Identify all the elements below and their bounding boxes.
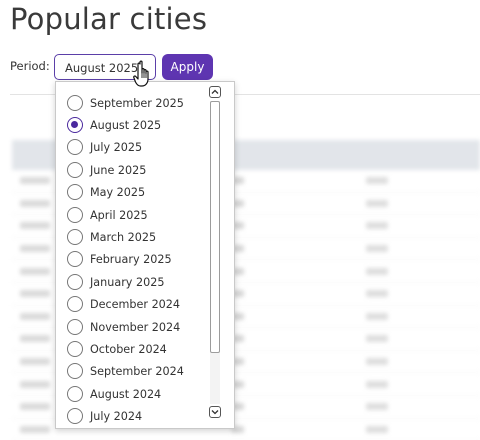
radio-icon[interactable] <box>67 341 83 357</box>
dropdown-option[interactable]: July 2024 <box>67 406 142 426</box>
dropdown-option[interactable]: August 2024 <box>67 384 161 404</box>
radio-icon[interactable] <box>67 274 83 290</box>
radio-checked-icon[interactable] <box>67 117 83 133</box>
radio-icon[interactable] <box>67 207 83 223</box>
dropdown-option[interactable]: September 2025 <box>67 93 184 113</box>
radio-icon[interactable] <box>67 229 83 245</box>
dropdown-option[interactable]: April 2025 <box>67 205 148 225</box>
dropdown-option[interactable]: July 2025 <box>67 137 142 157</box>
dropdown-option[interactable]: February 2025 <box>67 249 172 269</box>
radio-icon[interactable] <box>67 251 83 267</box>
period-label: Period: <box>10 59 50 73</box>
chevron-up-icon[interactable] <box>209 86 221 98</box>
dropdown-option[interactable]: May 2025 <box>67 182 145 202</box>
radio-icon[interactable] <box>67 319 83 335</box>
dropdown-option[interactable]: November 2024 <box>67 317 180 337</box>
page-title: Popular cities <box>10 2 208 36</box>
scroll-thumb[interactable] <box>210 101 220 353</box>
apply-button[interactable]: Apply <box>162 54 213 80</box>
radio-icon[interactable] <box>67 363 83 379</box>
radio-icon[interactable] <box>67 139 83 155</box>
dropdown-option[interactable]: June 2025 <box>67 160 146 180</box>
hand-cursor-icon <box>133 60 149 87</box>
dropdown-option[interactable]: December 2024 <box>67 294 180 314</box>
radio-icon[interactable] <box>67 162 83 178</box>
chevron-down-icon[interactable] <box>209 406 221 418</box>
radio-icon[interactable] <box>67 296 83 312</box>
dropdown-option[interactable]: March 2025 <box>67 227 156 247</box>
dropdown-option[interactable]: August 2025 <box>67 115 161 135</box>
dropdown-option[interactable]: September 2024 <box>67 361 184 381</box>
radio-icon[interactable] <box>67 386 83 402</box>
dropdown-option[interactable]: October 2024 <box>67 339 167 359</box>
dropdown-scrollbar[interactable] <box>208 86 222 423</box>
period-dropdown: September 2025 August 2025 July 2025 Jun… <box>55 81 235 429</box>
radio-icon[interactable] <box>67 408 83 424</box>
dropdown-option[interactable]: January 2025 <box>67 272 164 292</box>
radio-icon[interactable] <box>67 95 83 111</box>
radio-icon[interactable] <box>67 184 83 200</box>
